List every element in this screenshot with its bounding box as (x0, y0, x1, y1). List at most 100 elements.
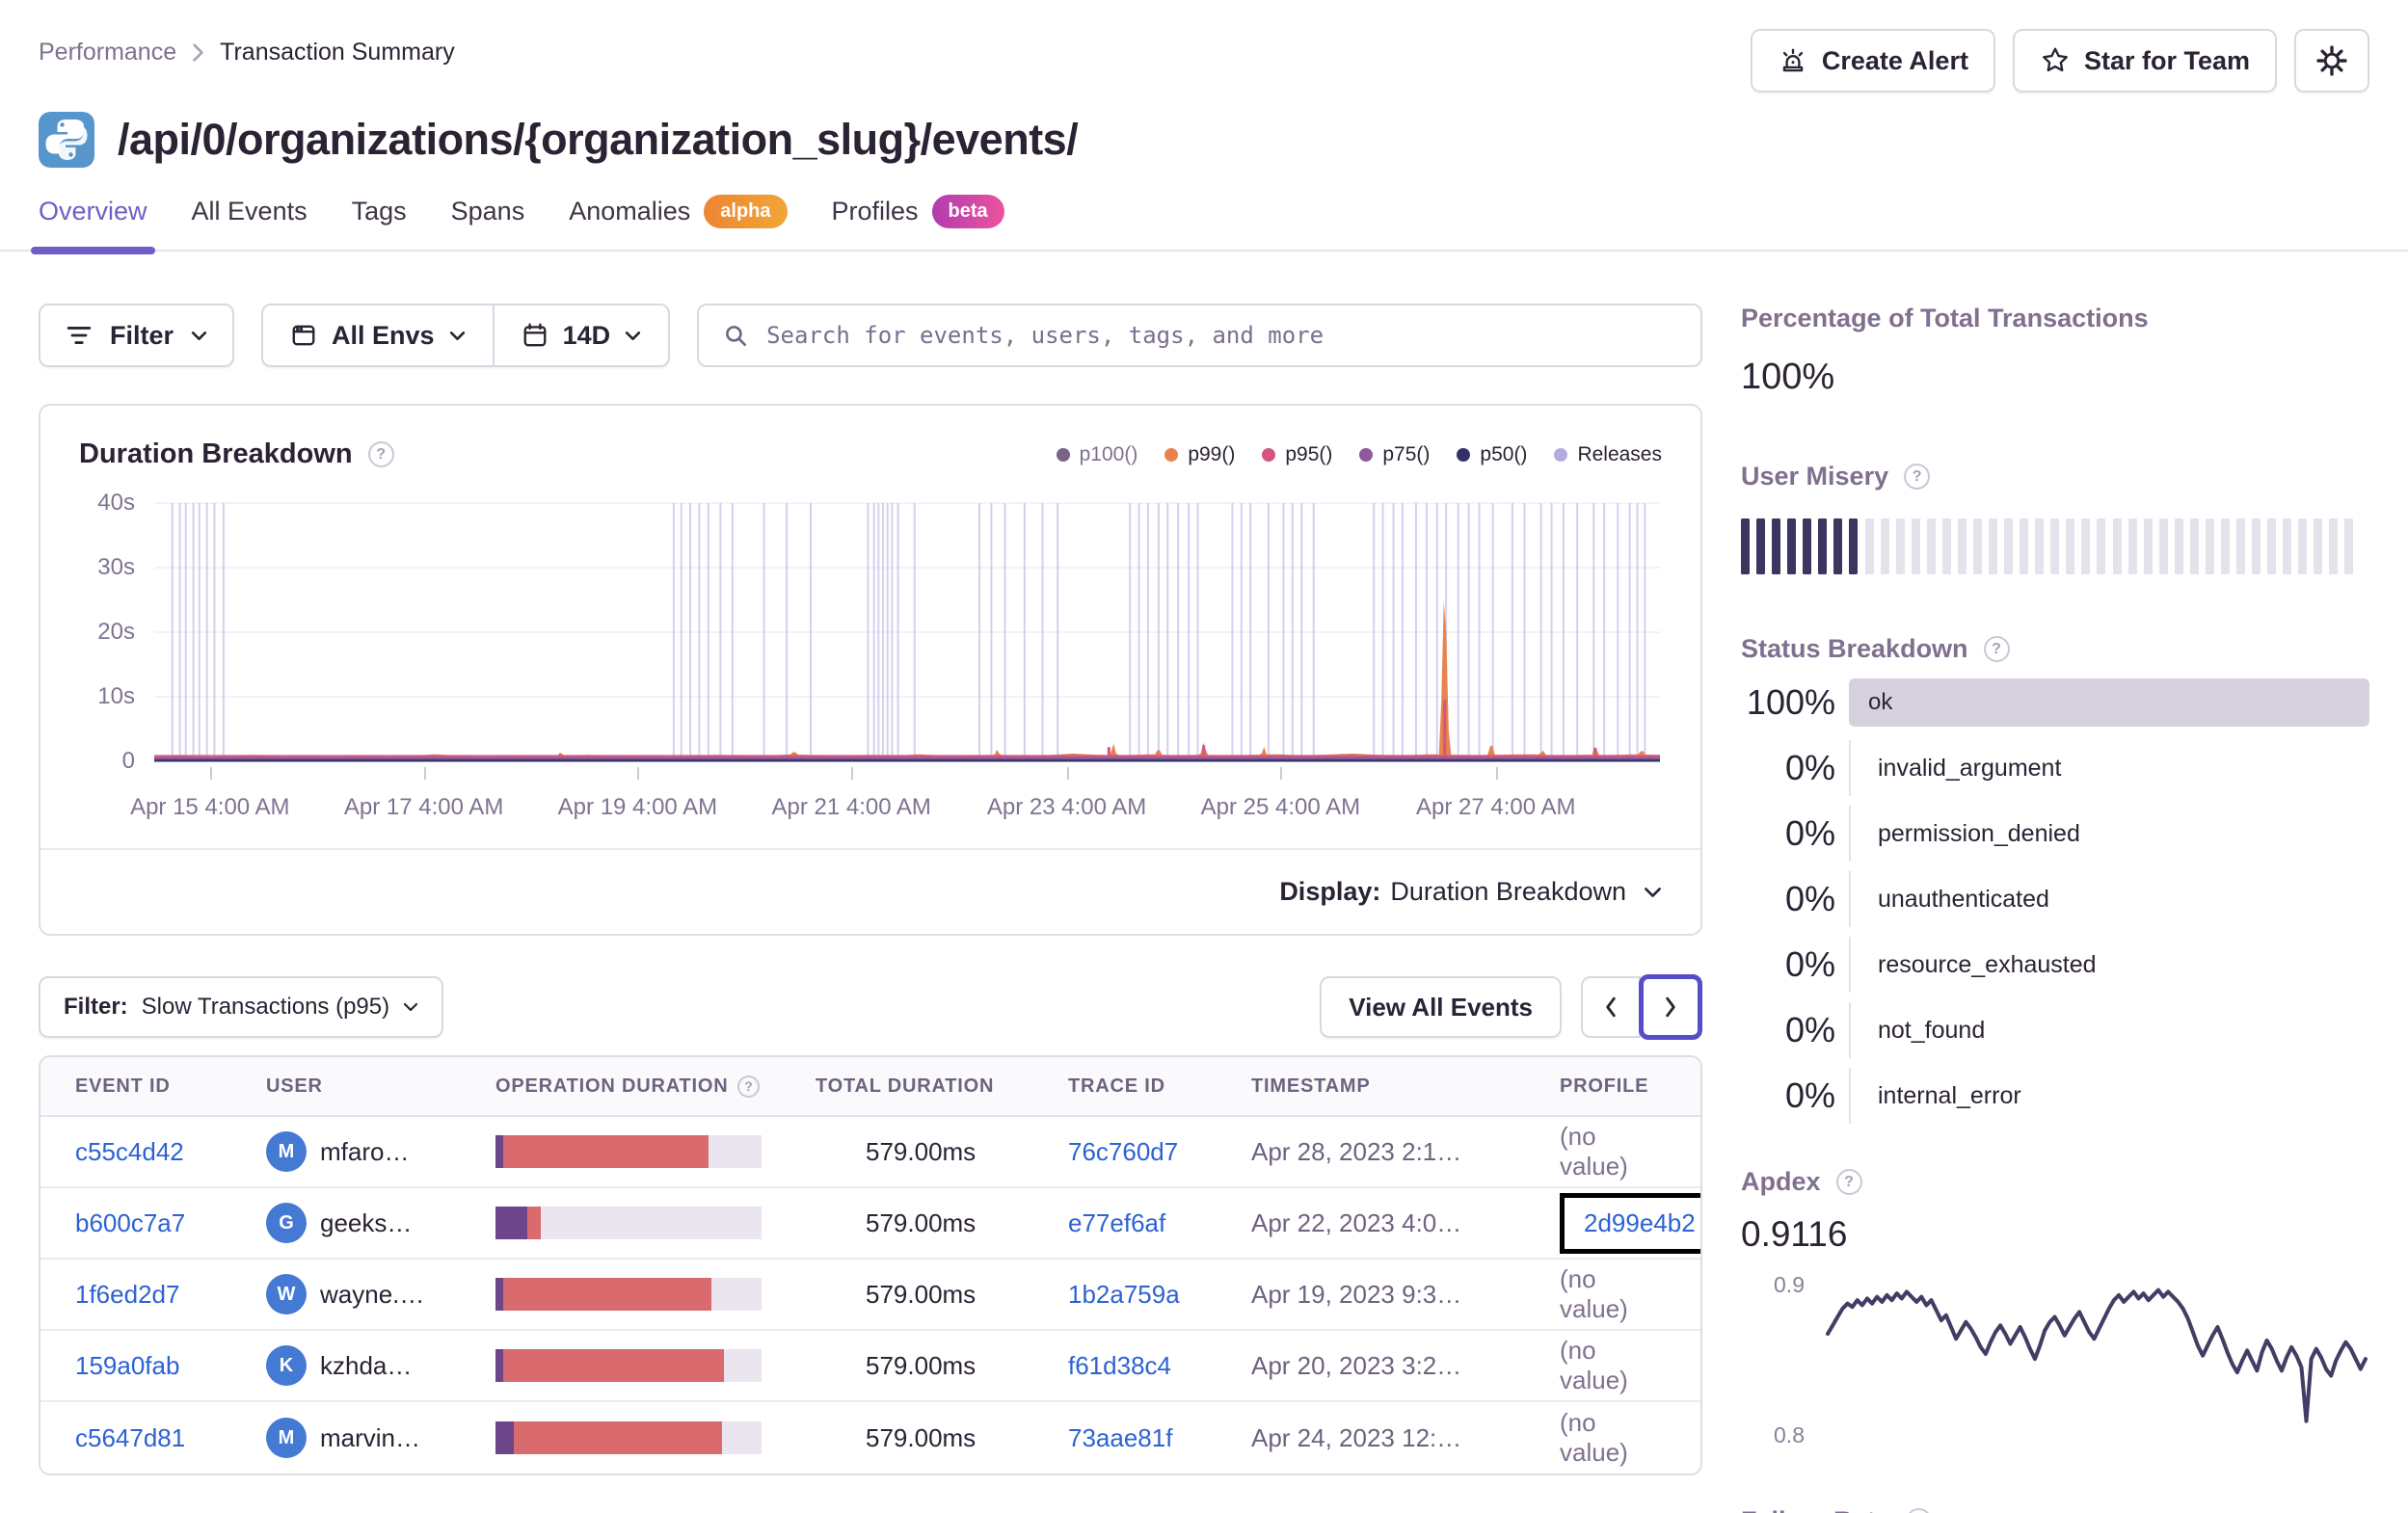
tab-bar: Overview All Events Tags Spans Anomalies… (0, 195, 2408, 254)
search-icon (726, 326, 747, 346)
search-input[interactable] (766, 322, 1677, 349)
misery-tick (2004, 518, 2014, 574)
tab-profiles[interactable]: Profiles beta (832, 195, 1004, 250)
display-dropdown[interactable]: Display: Duration Breakdown (40, 848, 1700, 934)
search-bar (697, 304, 1702, 367)
user-cell: Kkzhda… (266, 1345, 495, 1386)
total-duration-cell: 579.00ms (866, 1279, 977, 1309)
tab-anomalies[interactable]: Anomalies alpha (569, 195, 788, 250)
x-axis-label: Apr 19 4:00 AM (557, 794, 718, 820)
x-axis-label: Apr 23 4:00 AM (986, 794, 1147, 820)
y-axis-label: 40s (97, 489, 135, 516)
status-percent: 0% (1784, 1075, 1835, 1115)
tab-tags-label: Tags (351, 197, 407, 226)
status-bar-ok: ok (1849, 678, 2369, 727)
legend-item-Releases[interactable]: Releases (1554, 443, 1662, 466)
filter-lines-icon (67, 327, 92, 344)
help-icon[interactable]: ? (1904, 464, 1931, 490)
status-zero-bar (1849, 871, 1851, 927)
table-row: c55c4d42 Mmfaro… 579.00ms 76c760d7 Apr 28, 2… (40, 1117, 1700, 1188)
next-page-button[interactable] (1639, 974, 1702, 1040)
legend-item-p100[interactable]: p100() (1056, 443, 1137, 466)
misery-tick (2081, 518, 2091, 574)
previous-page-button[interactable] (1581, 976, 1641, 1038)
trace-id-link[interactable]: 73aae81f (1068, 1423, 1172, 1452)
percent-total-title: Percentage of Total Transactions (1741, 304, 2149, 332)
tab-overview[interactable]: Overview (31, 195, 155, 254)
legend-label: Releases (1577, 442, 1662, 465)
percent-total-value: 100% (1741, 357, 1835, 397)
help-icon[interactable]: ? (1835, 1169, 1862, 1195)
column-header-label: TIMESTAMP (1251, 1075, 1371, 1097)
legend-dot-icon (1056, 447, 1070, 462)
filter-dropdown[interactable]: Filter (39, 304, 235, 367)
view-all-events-button[interactable]: View All Events (1320, 976, 1562, 1038)
event-id-link[interactable]: b600c7a7 (75, 1208, 185, 1237)
user-cell: Mmfaro… (266, 1131, 495, 1172)
trace-id-link[interactable]: 76c760d7 (1068, 1137, 1178, 1166)
event-id-link[interactable]: c55c4d42 (75, 1137, 184, 1166)
tab-all-events-label: All Events (191, 197, 308, 226)
transactions-filter-dropdown[interactable]: Filter: Slow Transactions (p95) (39, 976, 444, 1038)
status-zero-bar (1849, 1068, 1851, 1124)
breadcrumb-performance[interactable]: Performance (39, 39, 176, 66)
legend-item-p75[interactable]: p75() (1359, 443, 1430, 466)
duration-chart[interactable]: 40s 30s 20s 10s 0 (97, 490, 1660, 780)
help-icon[interactable]: ? (1905, 1508, 1932, 1513)
legend-item-p95[interactable]: p95() (1262, 443, 1332, 466)
status-row-permission_denied: 0% permission_denied (1741, 806, 2369, 862)
filter-bar: Filter All Envs 14D (39, 304, 1702, 367)
misery-tick (2344, 518, 2354, 574)
trace-id-link[interactable]: f61d38c4 (1068, 1351, 1171, 1380)
settings-button[interactable] (2294, 29, 2369, 93)
chevron-left-icon (1606, 996, 1616, 1018)
chevron-down-icon (404, 1002, 418, 1012)
help-icon[interactable]: ? (1983, 636, 2010, 662)
event-id-link[interactable]: 159a0fab (75, 1351, 179, 1380)
x-axis-tick (209, 767, 212, 780)
trace-id-link[interactable]: 1b2a759a (1068, 1280, 1180, 1309)
misery-tick (1911, 518, 1920, 574)
event-id-link[interactable]: 1f6ed2d7 (75, 1280, 179, 1309)
date-range-label: 14D (562, 320, 611, 350)
status-label: unauthenticated (1878, 885, 2049, 913)
user-cell: Ggeeks… (266, 1203, 495, 1243)
help-icon[interactable]: ? (737, 1075, 761, 1098)
status-label: internal_error (1878, 1081, 2021, 1109)
table-body: c55c4d42 Mmfaro… 579.00ms 76c760d7 Apr 28, 2… (40, 1117, 1700, 1473)
operation-duration-cell (495, 1421, 816, 1454)
duration-segment-red (527, 1207, 541, 1239)
page-header: /api/0/organizations/{organization_slug}… (0, 112, 2408, 168)
misery-tick (2236, 518, 2245, 574)
status-row-resource_exhausted: 0% resource_exhausted (1741, 937, 2369, 993)
event-id-cell: c5647d81 (75, 1423, 266, 1453)
user-name: kzhda… (320, 1350, 413, 1380)
tab-all-events[interactable]: All Events (192, 195, 308, 250)
legend-item-p50[interactable]: p50() (1457, 443, 1527, 466)
x-axis-tick (1280, 767, 1283, 780)
status-row-internal_error: 0% internal_error (1741, 1068, 2369, 1124)
create-alert-button[interactable]: Create Alert (1750, 29, 1995, 93)
column-header-label: TOTAL DURATION (816, 1075, 995, 1097)
y-axis-label: 0 (121, 748, 135, 774)
failure-rate-section: Failure Rate ? 0.12% (1741, 1506, 2369, 1513)
star-for-team-button[interactable]: Star for Team (2012, 29, 2277, 93)
status-row-ok: 100% ok (1741, 676, 2369, 730)
help-icon[interactable]: ? (367, 441, 394, 467)
misery-tick (2189, 518, 2199, 574)
top-bar: Performance Transaction Summary Create A… (0, 0, 2408, 93)
misery-tick (1989, 518, 1997, 574)
date-range-dropdown[interactable]: 14D (495, 305, 669, 365)
trace-id-cell: 1b2a759a (1068, 1280, 1251, 1310)
table-row: b600c7a7 Ggeeks… 579.00ms e77ef6af Apr 22, 2… (40, 1188, 1700, 1260)
user-cell: Mmarvin… (266, 1418, 495, 1458)
duration-segment-red (503, 1135, 709, 1168)
environment-dropdown[interactable]: All Envs (263, 305, 493, 365)
profile-link[interactable]: 2d99e4b2 (1584, 1208, 1696, 1237)
tab-spans[interactable]: Spans (451, 195, 525, 250)
trace-id-link[interactable]: e77ef6af (1068, 1208, 1165, 1237)
status-zero-bar (1849, 937, 1851, 993)
legend-item-p99[interactable]: p99() (1164, 443, 1235, 466)
event-id-link[interactable]: c5647d81 (75, 1423, 185, 1452)
tab-tags[interactable]: Tags (352, 195, 407, 250)
